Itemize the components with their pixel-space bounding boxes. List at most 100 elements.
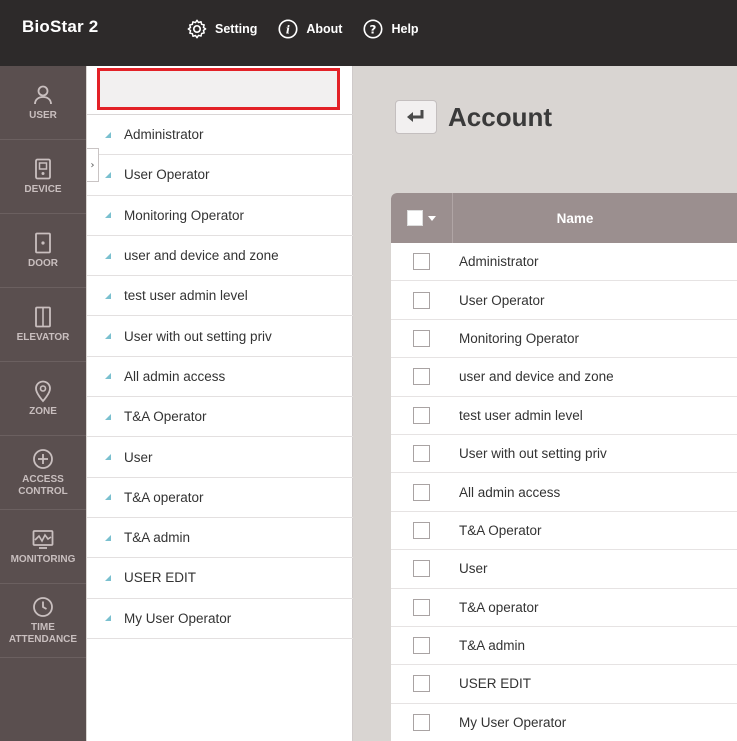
sidebar-item-elevator[interactable]: ELEVATOR <box>0 288 86 362</box>
collapse-panel-toggle[interactable]: › <box>87 148 99 182</box>
monitoring-icon <box>32 530 54 549</box>
list-item[interactable]: T&A Operator <box>87 397 353 438</box>
list-item[interactable]: User with out setting priv <box>87 316 353 357</box>
table-row[interactable]: User <box>391 550 737 589</box>
table-body: Administrator User Operator Monitoring Ope… <box>391 243 737 741</box>
row-checkbox[interactable] <box>413 406 430 424</box>
setting-menu[interactable]: Setting <box>186 18 257 40</box>
select-all-checkbox[interactable] <box>407 210 423 226</box>
row-name: test user admin level <box>459 407 583 423</box>
sidebar-item-label: DEVICE <box>24 184 62 195</box>
user-icon <box>34 85 52 105</box>
list-item[interactable]: All admin access <box>87 357 353 398</box>
help-menu[interactable]: ? Help <box>362 18 419 40</box>
row-checkbox[interactable] <box>413 521 430 539</box>
sidebar-item-label: ELEVATOR <box>16 332 70 343</box>
expand-triangle-icon <box>105 574 111 581</box>
row-checkbox[interactable] <box>413 637 430 655</box>
page-title: Account <box>448 102 552 132</box>
expand-triangle-icon <box>105 534 111 541</box>
list-item[interactable]: test user admin level <box>87 276 353 317</box>
row-checkbox[interactable] <box>413 445 430 463</box>
account-table: Name Administrator User Operator Monitorin… <box>391 193 737 741</box>
list-item[interactable]: USER EDIT <box>87 558 353 599</box>
table-row[interactable]: User Operator <box>391 281 737 320</box>
expand-triangle-icon <box>105 413 111 420</box>
table-row[interactable]: Administrator <box>391 243 737 282</box>
list-item[interactable]: User Operator <box>87 155 353 196</box>
row-checkbox[interactable] <box>413 560 430 578</box>
search-input[interactable] <box>97 68 340 110</box>
expand-triangle-icon <box>105 252 111 259</box>
row-checkbox[interactable] <box>413 329 430 347</box>
expand-triangle-icon <box>105 171 111 178</box>
elevator-icon <box>35 306 51 328</box>
sidebar-item-time-attendance[interactable]: TIME ATTENDANCE <box>0 584 86 658</box>
list-item-label: My User Operator <box>124 610 232 626</box>
list-item-label: USER EDIT <box>124 570 197 586</box>
table-row[interactable]: All admin access <box>391 473 737 512</box>
row-checkbox[interactable] <box>413 368 430 386</box>
sidebar-item-label: DOOR <box>28 258 58 269</box>
list-item[interactable]: Monitoring Operator <box>87 196 353 236</box>
list-item[interactable]: user and device and zone <box>87 236 353 277</box>
list-item[interactable]: My User Operator <box>87 599 353 639</box>
sidebar-item-device[interactable]: DEVICE <box>0 140 86 214</box>
row-name: Monitoring Operator <box>459 330 580 346</box>
row-name: user and device and zone <box>459 369 614 385</box>
list-item-label: Administrator <box>124 127 204 143</box>
list-item[interactable]: User <box>87 437 353 478</box>
app-logo[interactable]: BioStar 2 <box>22 17 98 37</box>
column-header-name[interactable]: Name <box>453 211 737 226</box>
sidebar-item-user[interactable]: USER <box>0 66 86 140</box>
table-row[interactable]: user and device and zone <box>391 358 737 397</box>
sidebar-item-access-control[interactable]: ACCESS CONTROL <box>0 436 86 510</box>
expand-triangle-icon <box>105 131 111 138</box>
sidebar-item-label: MONITORING <box>10 554 76 565</box>
row-name: User with out setting priv <box>459 446 607 462</box>
return-arrow-icon <box>407 110 424 122</box>
list-item[interactable]: Administrator <box>87 115 353 156</box>
main-sidebar: USER DEVICE DOOR ELEVATOR ZONE ACCESS CO… <box>0 66 86 741</box>
expand-triangle-icon <box>105 292 111 299</box>
table-row[interactable]: User with out setting priv <box>391 435 737 474</box>
row-checkbox[interactable] <box>413 483 430 501</box>
svg-text:?: ? <box>370 23 377 37</box>
row-name: All admin access <box>459 484 561 500</box>
list-item-label: test user admin level <box>124 288 248 304</box>
back-button[interactable] <box>395 100 437 134</box>
caret-down-icon <box>428 215 436 221</box>
table-row[interactable]: T&A operator <box>391 589 737 627</box>
about-label: About <box>306 22 343 36</box>
row-checkbox[interactable] <box>413 675 430 693</box>
row-checkbox[interactable] <box>413 598 430 616</box>
row-checkbox[interactable] <box>413 713 430 731</box>
table-row[interactable]: T&A admin <box>391 627 737 666</box>
row-name: Administrator <box>459 254 539 270</box>
gear-icon <box>187 19 207 39</box>
table-row[interactable]: My User Operator <box>391 704 737 741</box>
table-row[interactable]: Monitoring Operator <box>391 320 737 359</box>
sidebar-item-door[interactable]: DOOR <box>0 214 86 288</box>
row-checkbox[interactable] <box>413 253 430 271</box>
sidebar-item-label: TIME ATTENDANCE <box>8 622 78 645</box>
help-icon: ? <box>363 19 384 39</box>
select-all-dropdown[interactable] <box>391 193 453 243</box>
top-nav: Setting i About ? Help <box>186 18 439 40</box>
row-checkbox[interactable] <box>413 291 430 309</box>
expand-triangle-icon <box>105 212 111 219</box>
about-menu[interactable]: i About <box>277 18 342 40</box>
sidebar-item-zone[interactable]: ZONE <box>0 362 86 436</box>
list-item[interactable]: T&A operator <box>87 478 353 518</box>
row-name: T&A admin <box>459 638 526 654</box>
svg-text:i: i <box>286 24 290 37</box>
list-item[interactable]: T&A admin <box>87 518 353 559</box>
table-row[interactable]: T&A Operator <box>391 512 737 551</box>
top-bar: BioStar 2 Setting i About ? Help <box>0 0 737 66</box>
list-item-label: T&A admin <box>124 530 191 546</box>
row-name: User Operator <box>459 292 545 308</box>
table-row[interactable]: test user admin level <box>391 397 737 435</box>
list-item-label: User Operator <box>124 167 210 183</box>
sidebar-item-monitoring[interactable]: MONITORING <box>0 510 86 584</box>
table-row[interactable]: USER EDIT <box>391 665 737 704</box>
